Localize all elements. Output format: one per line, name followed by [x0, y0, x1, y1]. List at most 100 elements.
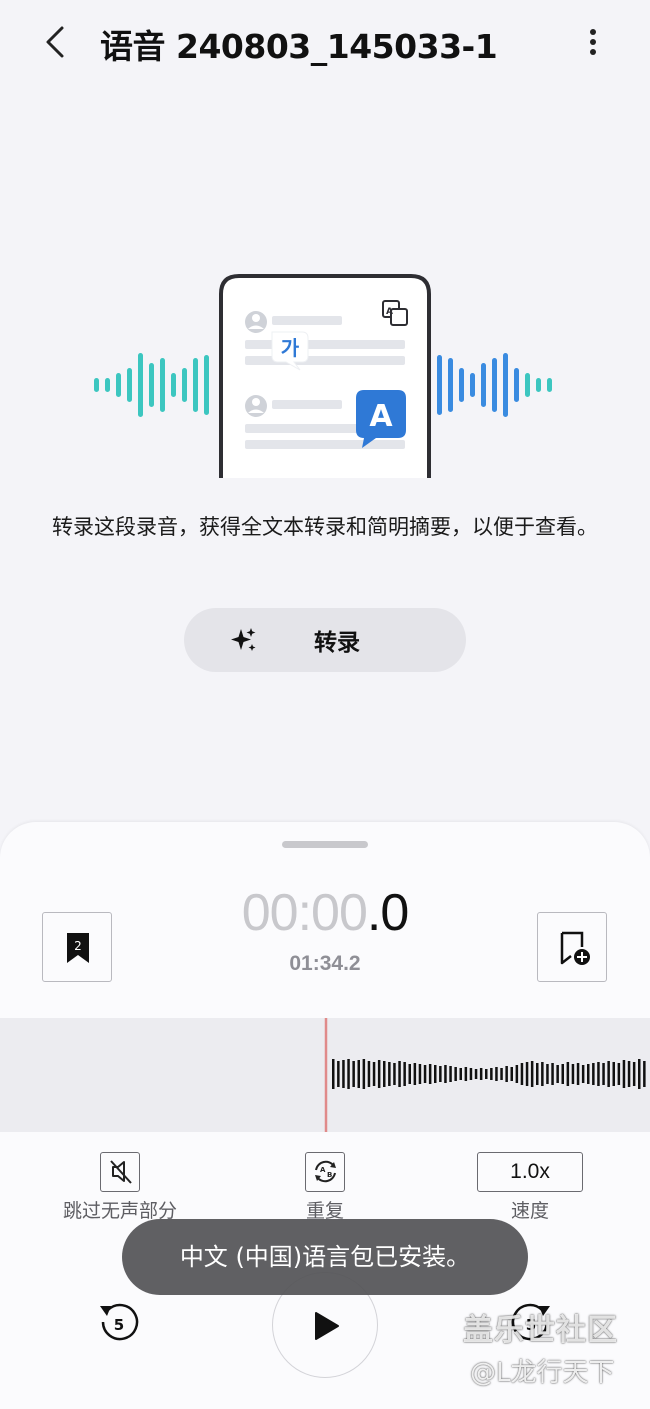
- waveform-bar: [434, 1065, 437, 1083]
- play-icon: [315, 1312, 339, 1340]
- waveform-bar: [332, 1059, 335, 1089]
- waveform-bar: [541, 1062, 544, 1086]
- svg-text:A: A: [369, 399, 393, 434]
- waveform-bar: [383, 1061, 386, 1087]
- waveform-bar: [408, 1064, 411, 1084]
- repeat-ab-icon: A B: [314, 1160, 336, 1183]
- waveform-bar: [587, 1064, 590, 1084]
- waveform-bar: [444, 1065, 447, 1083]
- waveform-bar: [418, 1064, 422, 1084]
- waveform-scrubber[interactable]: [0, 1018, 650, 1132]
- waveform-bar: [551, 1063, 554, 1085]
- waveform-bar: [449, 1066, 452, 1082]
- waveform-bar: [581, 1065, 585, 1083]
- waveform-bar: [464, 1067, 468, 1081]
- waveform-bar: [546, 1064, 549, 1084]
- page-title: 语音 240803_145033-1: [100, 27, 498, 66]
- waveform-bar: [342, 1060, 345, 1088]
- watermark-author: @L龙行天下: [470, 1358, 615, 1388]
- waveform-bar: [622, 1060, 626, 1088]
- waveform-bar: [643, 1061, 646, 1087]
- waveform-bar: [372, 1062, 376, 1086]
- waveform-bar: [576, 1063, 580, 1085]
- svg-text:가: 가: [281, 336, 300, 360]
- waveform-bar: [377, 1060, 381, 1088]
- waveform-bar: [561, 1064, 564, 1084]
- waveform-bar: [459, 1068, 462, 1080]
- waveform-bar: [505, 1066, 508, 1082]
- waveform-bar: [403, 1062, 406, 1086]
- transcribe-button-label: 转录: [314, 630, 360, 656]
- waveform-bar: [474, 1069, 478, 1079]
- waveform-bar: [632, 1062, 636, 1086]
- bookmark-count: 2: [74, 939, 82, 953]
- waveform-bar: [413, 1063, 417, 1085]
- skip-silence-control[interactable]: 跳过无声部分: [30, 1152, 210, 1223]
- more-vertical-icon: [590, 29, 596, 55]
- speed-control[interactable]: 1.0x 速度: [440, 1152, 620, 1223]
- waveform-bar: [393, 1063, 396, 1085]
- waveform-bar: [362, 1059, 366, 1089]
- waveform-bar: [638, 1059, 641, 1089]
- waveform-bar: [479, 1068, 483, 1080]
- bookmark-icon: 2: [67, 933, 89, 963]
- total-duration: 01:34.2: [289, 952, 361, 975]
- elapsed-time: 00:00.0: [241, 884, 410, 942]
- waveform-bar: [352, 1061, 355, 1087]
- svg-text:B: B: [327, 1171, 332, 1179]
- bookmarks-button[interactable]: 2: [42, 912, 112, 982]
- waveform-bar: [337, 1061, 340, 1087]
- waveform-bar: [566, 1062, 570, 1086]
- rewind-5-button[interactable]: 5: [96, 1300, 142, 1346]
- waveform-bar: [592, 1063, 595, 1085]
- waveform-bar: [398, 1061, 401, 1087]
- waveform-bar: [469, 1068, 473, 1080]
- waveform-bar: [627, 1061, 631, 1087]
- waveform-bar: [510, 1067, 513, 1081]
- waveform-bar: [367, 1061, 371, 1087]
- left-soundwave: [94, 353, 209, 417]
- waveform-bar: [520, 1063, 524, 1085]
- waveform-bar: [454, 1067, 457, 1081]
- waveform-bar: [597, 1062, 600, 1086]
- bookmark-add-icon: [560, 931, 590, 965]
- svg-text:A: A: [386, 307, 393, 317]
- waveform-bar: [485, 1069, 488, 1079]
- chevron-left-icon: [46, 26, 64, 58]
- waveform-bar: [571, 1064, 575, 1084]
- add-bookmark-button[interactable]: [537, 912, 607, 982]
- waveform-bar: [388, 1062, 391, 1086]
- waveform-bar: [556, 1065, 559, 1083]
- waveform-bar: [490, 1068, 493, 1080]
- transcription-illustration: A 가 A: [90, 272, 560, 482]
- more-options-button[interactable]: [578, 22, 608, 62]
- waveform-bar: [607, 1061, 610, 1087]
- waveform-bar: [439, 1066, 442, 1082]
- sheet-drag-handle[interactable]: [282, 841, 368, 848]
- waveform-bar: [500, 1068, 503, 1080]
- watermark-community: 盖乐世社区: [463, 1313, 618, 1348]
- waveform-bar: [515, 1065, 519, 1083]
- svg-text:5: 5: [114, 1316, 124, 1334]
- repeat-button[interactable]: A B: [305, 1152, 345, 1192]
- skip-silence-button[interactable]: [100, 1152, 140, 1192]
- speed-button[interactable]: 1.0x: [477, 1152, 583, 1192]
- right-soundwave: [437, 353, 552, 417]
- waveform-bar: [530, 1061, 534, 1087]
- waveform-bar: [357, 1060, 360, 1088]
- transcribe-button[interactable]: 转录: [184, 608, 466, 672]
- mute-speaker-icon: [109, 1160, 132, 1184]
- waveform-bar: [347, 1059, 350, 1089]
- repeat-control[interactable]: A B 重复: [235, 1152, 415, 1223]
- waveform-bar: [423, 1065, 427, 1083]
- waveform-bar: [612, 1062, 615, 1086]
- waveform-bar: [536, 1063, 539, 1085]
- back-button[interactable]: [36, 22, 76, 62]
- transcription-description: 转录这段录音，获得全文本转录和简明摘要，以便于查看。: [52, 515, 598, 539]
- waveform-bar: [617, 1063, 621, 1085]
- rewind-5-icon: 5: [100, 1303, 139, 1341]
- waveform-bar: [525, 1062, 529, 1086]
- waveform-bar: [495, 1067, 498, 1081]
- waveform-bar: [602, 1063, 605, 1085]
- waveform-bar: [428, 1064, 432, 1084]
